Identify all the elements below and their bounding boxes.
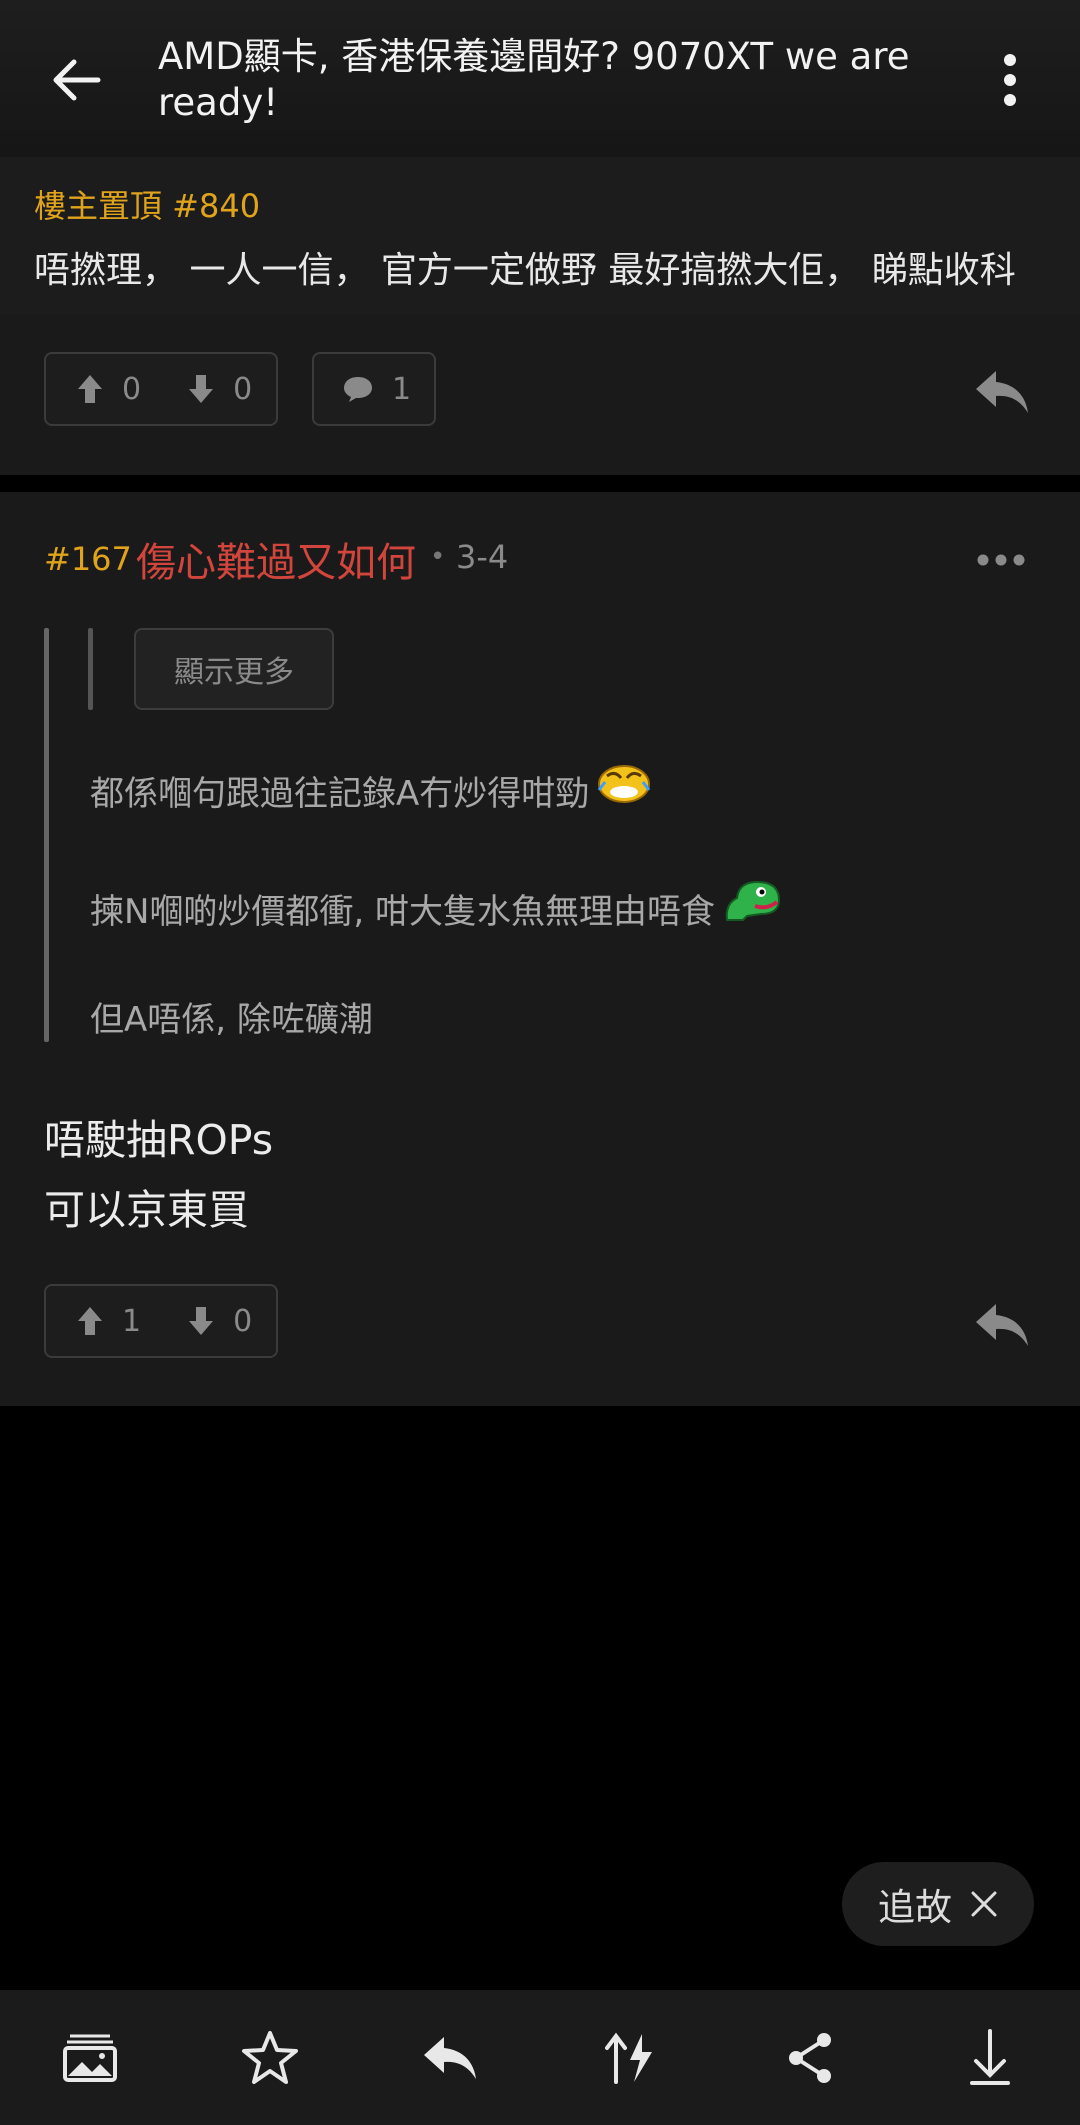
post-card: #167 傷心難過又如何 • 3-4 顯示更多 都係嗰句跟過往記錄A冇炒得咁勁 …: [0, 492, 1080, 1406]
arrow-down-icon: [189, 1307, 214, 1335]
upvote-button[interactable]: 1: [76, 1304, 141, 1339]
downvote-button[interactable]: 0: [187, 1304, 252, 1339]
quote-bar: [44, 628, 49, 1042]
pinned-post[interactable]: 樓主置頂 #840 唔撚理， 一人一信， 官方一定做野 最好搞撚大佢， 睇點收科: [0, 157, 1080, 316]
follow-label: 追故: [878, 1886, 952, 1929]
reply-button[interactable]: [972, 367, 1036, 419]
reply-icon: [976, 1304, 1028, 1346]
top-bar: AMD顯卡, 香港保養邊間好? 9070XT we are ready!: [0, 0, 1080, 157]
vote-box: 1 0: [44, 1284, 278, 1358]
post-body-line: 可以京東買: [44, 1186, 249, 1234]
quote-line: 揀N嗰啲炒價都衝, 咁大隻水魚無理由唔食: [90, 874, 787, 933]
pinned-label: 樓主置頂 #840: [34, 187, 261, 225]
comment-icon: [344, 377, 372, 402]
arrow-up-icon: [78, 1307, 102, 1335]
close-icon[interactable]: [970, 1890, 998, 1918]
more-vertical-icon: [1004, 54, 1016, 106]
emoji-icon: [721, 874, 787, 933]
follow-button[interactable]: 追故: [842, 1862, 1034, 1946]
post-more-button[interactable]: [976, 552, 1026, 568]
pinned-actions: 0 0 1: [0, 315, 1080, 475]
post-date: 3-4: [456, 538, 509, 576]
vote-box: 0 0: [44, 352, 278, 426]
upvote-count: 1: [122, 1303, 142, 1339]
downvote-count: 0: [233, 371, 253, 407]
comment-count: 1: [392, 371, 412, 407]
more-options-button[interactable]: [990, 52, 1030, 108]
downvote-count: 0: [233, 1303, 253, 1339]
quote-text: 揀N嗰啲炒價都衝, 咁大隻水魚無理由唔食: [90, 892, 716, 932]
comments-button[interactable]: 1: [312, 352, 436, 426]
more-horizontal-icon: [977, 554, 1025, 566]
arrow-down-icon: [189, 375, 214, 403]
bottom-toolbar: [0, 1990, 1080, 2125]
post-body-line: 唔駛抽ROPs: [44, 1116, 274, 1164]
quote-line: 但A唔係, 除咗礦潮: [90, 992, 373, 1041]
favorite-button[interactable]: [238, 2026, 302, 2090]
emoji-icon: [595, 760, 653, 815]
reply-button[interactable]: [972, 1300, 1036, 1352]
upvote-count: 0: [122, 371, 142, 407]
reply-icon: [424, 2037, 476, 2079]
share-button[interactable]: [778, 2026, 842, 2090]
quote-text: 但A唔係, 除咗礦潮: [90, 1000, 373, 1040]
sort-flash-icon: [605, 2032, 652, 2084]
post-username[interactable]: 傷心難過又如何: [136, 530, 416, 588]
image-icon: [63, 2034, 117, 2082]
image-button[interactable]: [58, 2026, 122, 2090]
quote-text: 都係嗰句跟過往記錄A冇炒得咁勁: [90, 774, 590, 814]
pinned-text: 唔撚理， 一人一信， 官方一定做野 最好搞撚大佢， 睇點收科: [34, 250, 1016, 291]
back-button[interactable]: [48, 52, 112, 108]
reply-icon: [976, 371, 1028, 413]
page-title: AMD顯卡, 香港保養邊間好? 9070XT we are ready!: [158, 35, 910, 124]
downvote-button[interactable]: 0: [187, 372, 252, 407]
upvote-button[interactable]: 0: [76, 372, 141, 407]
quote-line: 都係嗰句跟過往記錄A冇炒得咁勁: [90, 760, 653, 815]
separator-dot: •: [430, 542, 446, 572]
star-icon: [242, 2031, 298, 2084]
post-number: #167: [44, 540, 132, 578]
share-icon: [789, 2033, 831, 2083]
reply-post-button[interactable]: [418, 2026, 482, 2090]
download-button[interactable]: [958, 2026, 1022, 2090]
download-icon: [970, 2029, 1010, 2085]
nested-quote-bar: [88, 628, 93, 710]
show-more-button[interactable]: 顯示更多: [134, 628, 334, 710]
arrow-left-icon: [53, 59, 101, 101]
sort-button[interactable]: [598, 2026, 662, 2090]
arrow-up-icon: [78, 375, 102, 403]
